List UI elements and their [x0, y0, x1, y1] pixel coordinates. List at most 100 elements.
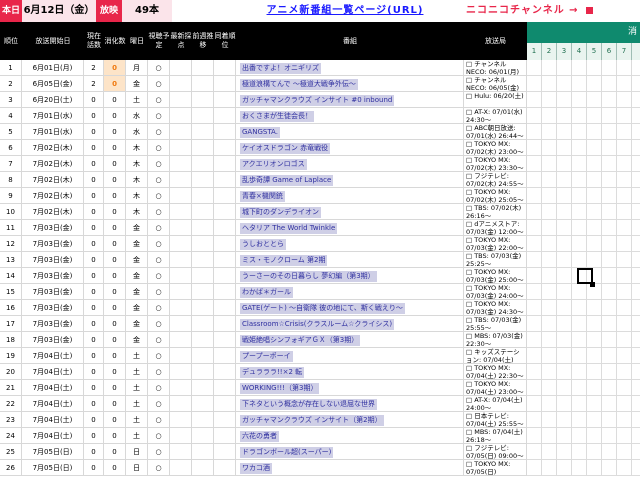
row-start-date[interactable]: 7月04日(土) — [22, 364, 84, 380]
row-watch-plan[interactable]: ○ — [148, 316, 170, 332]
progress-cell[interactable] — [602, 444, 617, 460]
row-program-title[interactable]: おくさまが生徒会長！ — [236, 108, 464, 124]
row-prev-week[interactable] — [192, 332, 214, 348]
row-watch-plan[interactable]: ○ — [148, 140, 170, 156]
row-order[interactable]: 26 — [0, 460, 22, 476]
row-program-title[interactable]: 極道浪構てんで ～極道大戦争外伝～ — [236, 76, 464, 92]
row-station[interactable]: □ チャンネルNECO: 06/01(月) — [464, 60, 527, 76]
row-current-episodes[interactable]: 0 — [84, 268, 104, 284]
progress-cell[interactable] — [542, 300, 557, 316]
row-weekday[interactable]: 水 — [126, 124, 148, 140]
row-same-rank[interactable] — [214, 108, 236, 124]
row-consumed[interactable]: 0 — [104, 188, 126, 204]
progress-cell[interactable] — [602, 172, 617, 188]
row-program-title[interactable]: プープーポーイ — [236, 348, 464, 364]
progress-cell[interactable] — [572, 348, 587, 364]
progress-cell[interactable] — [557, 76, 572, 92]
progress-cell[interactable] — [602, 188, 617, 204]
row-start-date[interactable]: 6月05日(金) — [22, 76, 84, 92]
program-title-text[interactable]: うーさーのその日暮らし 夢幻編（第3期） — [240, 271, 377, 282]
row-latest-score[interactable] — [170, 332, 192, 348]
progress-cell[interactable] — [632, 124, 640, 140]
progress-cell[interactable] — [557, 300, 572, 316]
row-weekday[interactable]: 金 — [126, 300, 148, 316]
row-consumed[interactable]: 0 — [104, 332, 126, 348]
progress-cell[interactable] — [557, 204, 572, 220]
row-order[interactable]: 5 — [0, 124, 22, 140]
row-current-episodes[interactable]: 2 — [84, 60, 104, 76]
progress-cell[interactable] — [572, 220, 587, 236]
row-station[interactable]: □ TOKYO MX: 07/02(木) 23:00～ — [464, 140, 527, 156]
progress-cell[interactable] — [572, 140, 587, 156]
progress-cell[interactable] — [602, 140, 617, 156]
progress-cell[interactable] — [557, 172, 572, 188]
row-watch-plan[interactable]: ○ — [148, 204, 170, 220]
row-current-episodes[interactable]: 0 — [84, 188, 104, 204]
program-title-text[interactable]: 極道浪構てんで ～極道大戦争外伝～ — [240, 79, 358, 90]
row-weekday[interactable]: 金 — [126, 236, 148, 252]
row-start-date[interactable]: 7月02日(木) — [22, 156, 84, 172]
row-order[interactable]: 10 — [0, 204, 22, 220]
row-station[interactable]: □ TOKYO MX: 07/03(金) 22:00～ — [464, 236, 527, 252]
row-current-episodes[interactable]: 0 — [84, 332, 104, 348]
progress-cell[interactable] — [617, 332, 632, 348]
row-latest-score[interactable] — [170, 268, 192, 284]
row-watch-plan[interactable]: ○ — [148, 348, 170, 364]
table-row[interactable]: 14 7月03日(金) 0 0 金 ○ うーさーのその日暮らし 夢幻編（第3期） □ TOKY… — [0, 268, 640, 284]
program-title-text[interactable]: 乱歩奇譚 Game of Laplace — [240, 175, 334, 186]
progress-cell[interactable] — [572, 284, 587, 300]
row-watch-plan[interactable]: ○ — [148, 252, 170, 268]
program-title-text[interactable]: 戦姫絶唱シンフォギアＧＸ（第3期） — [240, 335, 361, 346]
progress-cell[interactable] — [557, 284, 572, 300]
row-order[interactable]: 20 — [0, 364, 22, 380]
row-latest-score[interactable] — [170, 220, 192, 236]
row-start-date[interactable]: 6月20日(土) — [22, 92, 84, 108]
program-title-text[interactable]: 青春×機関銃 — [240, 191, 285, 202]
progress-cell[interactable] — [572, 412, 587, 428]
row-program-title[interactable]: うしおととら — [236, 236, 464, 252]
row-current-episodes[interactable]: 0 — [84, 204, 104, 220]
progress-cell[interactable] — [602, 332, 617, 348]
progress-cell[interactable] — [617, 92, 632, 108]
row-same-rank[interactable] — [214, 92, 236, 108]
col-watch-plan[interactable]: 視聴予定 — [148, 22, 170, 60]
progress-cell[interactable] — [617, 188, 632, 204]
progress-cell[interactable] — [587, 300, 602, 316]
progress-cell[interactable] — [557, 364, 572, 380]
row-same-rank[interactable] — [214, 316, 236, 332]
progress-cell[interactable] — [617, 140, 632, 156]
progress-cell[interactable] — [542, 364, 557, 380]
row-same-rank[interactable] — [214, 220, 236, 236]
progress-cell[interactable] — [572, 252, 587, 268]
row-prev-week[interactable] — [192, 92, 214, 108]
progress-cell[interactable] — [632, 284, 640, 300]
row-order[interactable]: 17 — [0, 316, 22, 332]
progress-cell[interactable] — [527, 252, 542, 268]
table-row[interactable]: 22 7月04日(土) 0 0 土 ○ 下ネタという概念が存在しない退屈な世界 □ AT-X:… — [0, 396, 640, 412]
row-order[interactable]: 25 — [0, 444, 22, 460]
progress-cell[interactable] — [617, 316, 632, 332]
progress-cell[interactable] — [632, 316, 640, 332]
program-title-text[interactable]: デュラララ!!×2 転 — [240, 367, 305, 378]
progress-cell[interactable] — [587, 140, 602, 156]
row-station[interactable]: □ TOKYO MX: 07/05(日) — [464, 460, 527, 476]
progress-cell[interactable] — [632, 300, 640, 316]
row-station[interactable]: □ MBS: 07/04(土) 26:18～ — [464, 428, 527, 444]
row-same-rank[interactable] — [214, 76, 236, 92]
col-same-rank[interactable]: 同着順位 — [214, 22, 236, 60]
row-start-date[interactable]: 7月04日(土) — [22, 412, 84, 428]
row-weekday[interactable]: 土 — [126, 428, 148, 444]
row-current-episodes[interactable]: 0 — [84, 236, 104, 252]
row-start-date[interactable]: 7月03日(金) — [22, 220, 84, 236]
progress-cell[interactable] — [632, 172, 640, 188]
row-weekday[interactable]: 土 — [126, 412, 148, 428]
progress-cell[interactable] — [602, 412, 617, 428]
row-start-date[interactable]: 7月04日(土) — [22, 348, 84, 364]
row-weekday[interactable]: 土 — [126, 348, 148, 364]
progress-cell[interactable] — [557, 332, 572, 348]
progress-cell[interactable] — [572, 332, 587, 348]
niconico-channel-link[interactable]: ニコニコチャンネル → — [466, 0, 606, 22]
row-start-date[interactable]: 7月04日(土) — [22, 428, 84, 444]
row-current-episodes[interactable]: 0 — [84, 140, 104, 156]
progress-cell[interactable] — [572, 204, 587, 220]
